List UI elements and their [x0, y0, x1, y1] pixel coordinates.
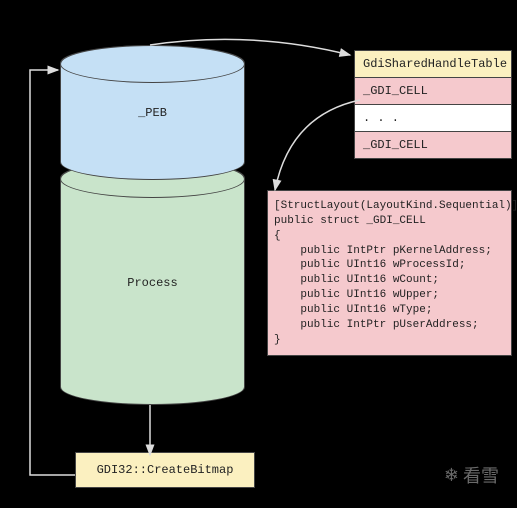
- code-line: public UInt16 wType;: [274, 304, 432, 316]
- process-label: Process: [127, 276, 177, 290]
- create-bitmap-label: GDI32::CreateBitmap: [97, 463, 234, 477]
- gdi-handle-table: GdiSharedHandleTable _GDI_CELL . . . _GD…: [354, 50, 512, 159]
- table-row-ellipsis: . . .: [355, 105, 511, 132]
- code-line: public UInt16 wProcessId;: [274, 259, 465, 271]
- cylinder-peb: _PEB: [60, 45, 245, 180]
- table-row: _GDI_CELL: [355, 78, 511, 105]
- cylinder-process: Process: [60, 160, 245, 405]
- struct-code-box: [StructLayout(LayoutKind.Sequential)] pu…: [267, 190, 512, 356]
- watermark: ❄ 看雪: [444, 462, 499, 488]
- code-line: [StructLayout(LayoutKind.Sequential)]: [274, 200, 517, 212]
- watermark-text: 看雪: [463, 462, 499, 488]
- code-line: public UInt16 wCount;: [274, 274, 439, 286]
- code-line: public IntPtr pKernelAddress;: [274, 245, 492, 257]
- code-line: public IntPtr pUserAddress;: [274, 319, 479, 331]
- code-line: public UInt16 wUpper;: [274, 289, 439, 301]
- code-line: }: [274, 334, 281, 346]
- table-header: GdiSharedHandleTable: [355, 51, 511, 78]
- create-bitmap-box: GDI32::CreateBitmap: [75, 452, 255, 488]
- code-line: {: [274, 230, 281, 242]
- snowflake-icon: ❄: [444, 465, 459, 486]
- peb-label: _PEB: [138, 106, 167, 120]
- code-line: public struct _GDI_CELL: [274, 215, 426, 227]
- table-row: _GDI_CELL: [355, 132, 511, 158]
